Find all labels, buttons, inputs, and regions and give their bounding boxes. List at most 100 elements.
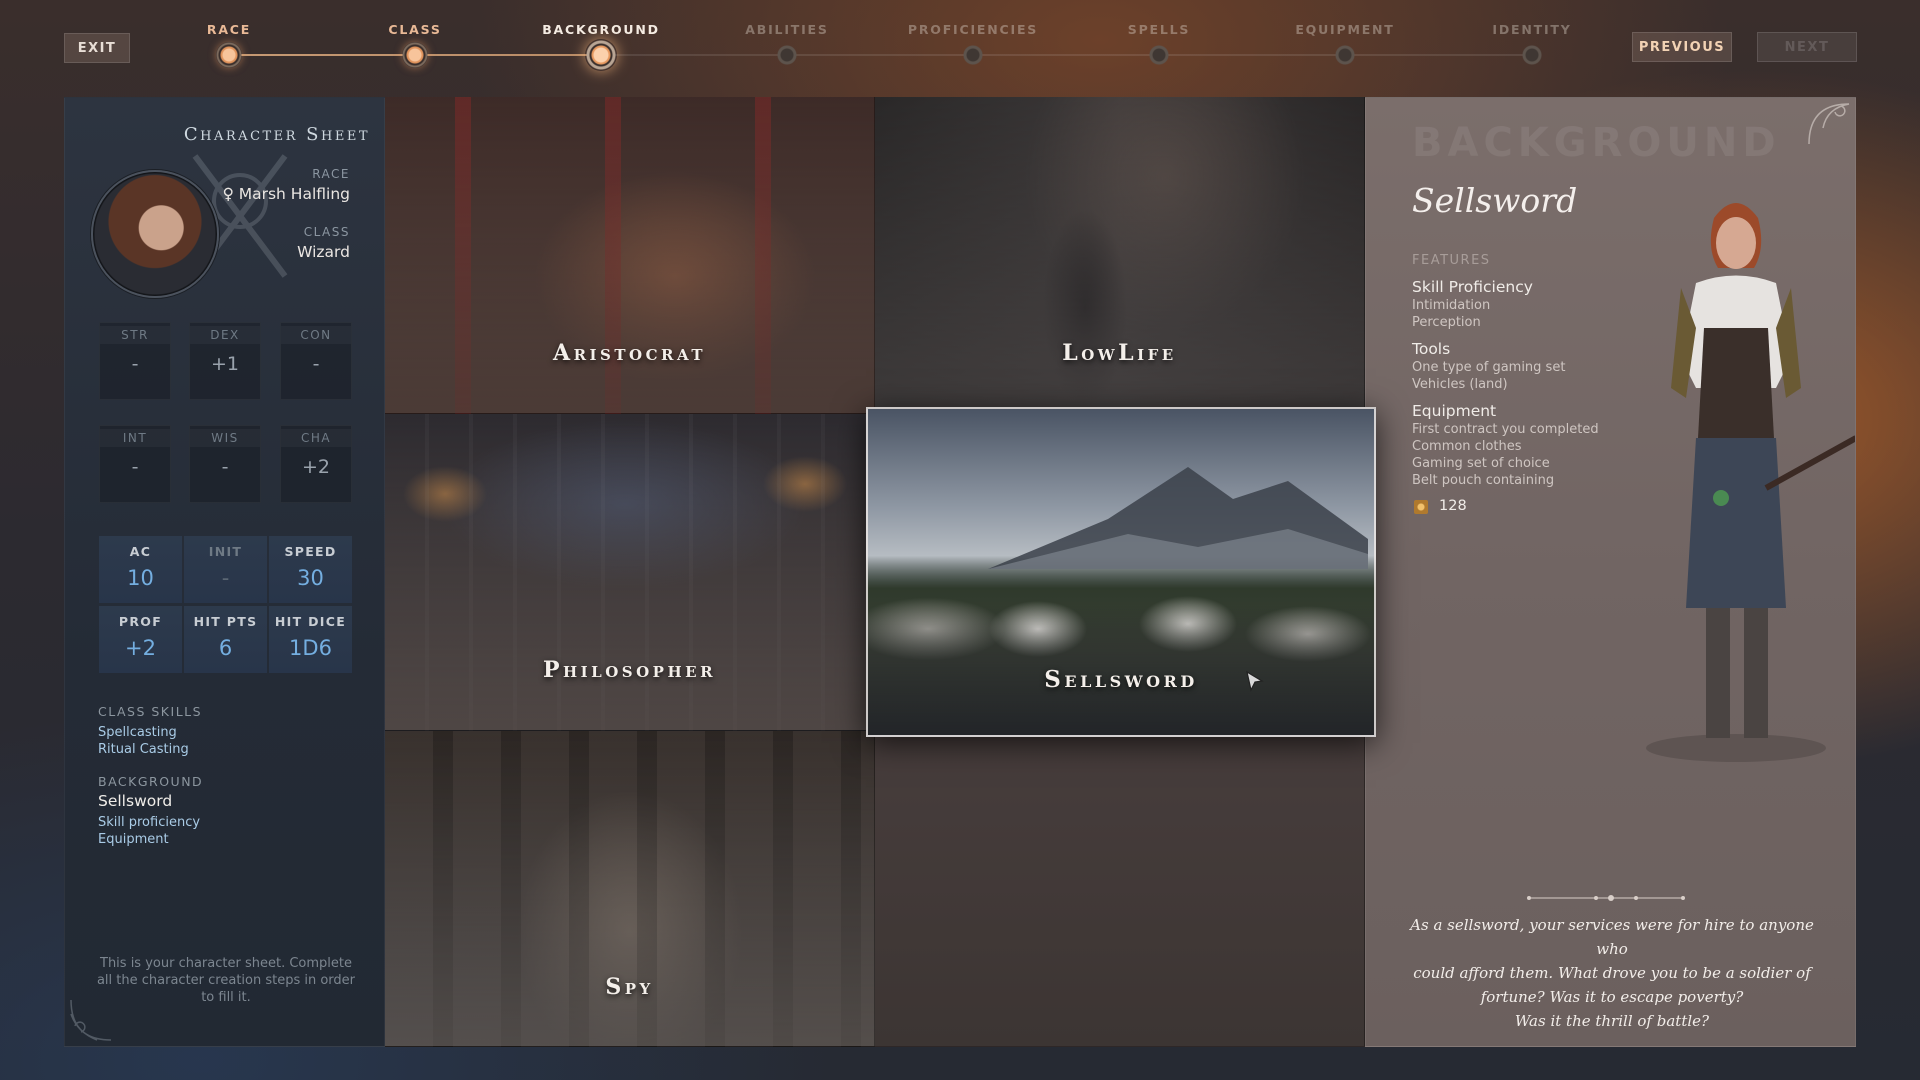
corner-ornament-icon xyxy=(70,999,112,1041)
feature-item: Belt pouch containing xyxy=(1412,473,1555,488)
previous-button[interactable]: PREVIOUS xyxy=(1632,32,1732,62)
background-option-sellsword[interactable]: Sellsword xyxy=(866,407,1376,737)
stat-ac: AC 10 xyxy=(99,536,182,603)
features-label: FEATURES xyxy=(1412,253,1491,268)
stat-speed: SPEED 30 xyxy=(269,536,352,603)
background-option-lowlife[interactable]: LowLife xyxy=(875,97,1365,414)
background-option-spy[interactable]: Spy xyxy=(385,731,875,1047)
class-skill-item: Ritual Casting xyxy=(98,742,189,757)
class-skills-label: CLASS SKILLS xyxy=(98,704,203,719)
next-button[interactable]: NEXT xyxy=(1757,32,1857,62)
background-value: Sellsword xyxy=(98,792,173,810)
coin-amount: 128 xyxy=(1439,498,1467,514)
class-skill-item: Spellcasting xyxy=(98,725,177,740)
ability-name: DEX xyxy=(190,326,260,344)
detail-background-name: Sellsword xyxy=(1412,181,1578,220)
feature-title: Equipment xyxy=(1412,402,1497,420)
corner-ornament-icon xyxy=(1808,103,1850,145)
stat-name: SPEED xyxy=(284,544,337,559)
class-label: CLASS xyxy=(303,225,350,239)
cursor-icon xyxy=(1246,670,1264,692)
step-abilities[interactable]: ABILITIES xyxy=(707,0,867,80)
stat-value: 1D6 xyxy=(289,636,332,660)
feature-title: Tools xyxy=(1412,340,1451,358)
step-class[interactable]: CLASS xyxy=(335,0,495,80)
stat-name: AC xyxy=(129,544,152,559)
background-option-aristocrat[interactable]: Aristocrat xyxy=(385,97,875,414)
description-line: fortune? Was it to escape poverty? xyxy=(1480,988,1744,1006)
step-equipment[interactable]: EQUIPMENT xyxy=(1265,0,1425,80)
race-name: Marsh Halfling xyxy=(238,185,350,203)
ability-str: STR - xyxy=(99,322,171,400)
description-line: Was it the thrill of battle? xyxy=(1514,1012,1710,1030)
stat-hit-dice: HIT DICE 1D6 xyxy=(269,606,352,673)
feature-item: First contract you completed xyxy=(1412,422,1599,437)
ability-value: - xyxy=(131,456,139,478)
stat-value: 6 xyxy=(218,636,233,660)
ability-name: CON xyxy=(281,326,351,344)
step-pending-icon xyxy=(1335,45,1355,65)
step-race[interactable]: RACE xyxy=(149,0,309,80)
option-title: Spy xyxy=(605,974,654,1000)
background-item: Equipment xyxy=(98,832,169,847)
ability-value: - xyxy=(131,353,139,375)
step-proficiencies[interactable]: PROFICIENCIES xyxy=(893,0,1053,80)
description-line: could afford them. What drove you to be … xyxy=(1413,964,1811,982)
divider-ornament-icon xyxy=(1527,895,1685,901)
sheet-title: Character Sheet xyxy=(183,124,370,145)
option-title: Aristocrat xyxy=(553,340,706,366)
stat-value: +2 xyxy=(125,636,156,660)
feature-item: One type of gaming set xyxy=(1412,360,1566,375)
stat-hit-points: HIT PTS 6 xyxy=(184,606,267,673)
background-option-philosopher[interactable]: Philosopher xyxy=(385,414,875,731)
stat-init: INIT - xyxy=(184,536,267,603)
feature-item: Common clothes xyxy=(1412,439,1522,454)
description-line: As a sellsword, your services were for h… xyxy=(1410,916,1814,958)
step-pending-icon xyxy=(963,45,983,65)
step-complete-icon xyxy=(402,42,428,68)
step-pending-icon xyxy=(1149,45,1169,65)
ability-dex: DEX +1 xyxy=(189,322,261,400)
feature-item: Perception xyxy=(1412,315,1481,330)
class-value: Wizard xyxy=(297,243,350,261)
ability-name: STR xyxy=(100,326,170,344)
step-label: EQUIPMENT xyxy=(1295,22,1395,37)
ability-cha: CHA +2 xyxy=(280,425,352,503)
step-pending-icon xyxy=(777,45,797,65)
step-label: CLASS xyxy=(388,22,442,37)
step-label: PROFICIENCIES xyxy=(907,22,1039,37)
option-title: Philosopher xyxy=(542,657,717,683)
step-identity[interactable]: IDENTITY xyxy=(1452,0,1612,80)
ability-value: +1 xyxy=(210,353,239,375)
sheet-hint-text: This is your character sheet. Complete a… xyxy=(96,956,356,1005)
avatar xyxy=(91,170,219,298)
step-label: RACE xyxy=(206,22,252,37)
ability-name: INT xyxy=(100,429,170,447)
stat-name: PROF xyxy=(118,614,163,629)
race-value: ♀ Marsh Halfling xyxy=(222,185,350,203)
step-pending-icon xyxy=(1522,45,1542,65)
step-background[interactable]: BACKGROUND xyxy=(521,0,681,80)
step-spells[interactable]: SPELLS xyxy=(1079,0,1239,80)
ability-value: - xyxy=(312,353,320,375)
step-label: SPELLS xyxy=(1127,22,1191,37)
stat-prof: PROF +2 xyxy=(99,606,182,673)
stat-value: 10 xyxy=(127,566,154,590)
empty-slot xyxy=(875,737,1365,1047)
option-title: LowLife xyxy=(1062,340,1177,366)
stat-value: 30 xyxy=(297,566,324,590)
stat-value: - xyxy=(221,566,230,590)
background-detail-panel: BACKGROUND Sellsword FEATURES Skill Prof… xyxy=(1365,97,1856,1047)
step-complete-icon xyxy=(216,42,242,68)
background-description: As a sellsword, your services were for h… xyxy=(1406,913,1818,1033)
background-item: Skill proficiency xyxy=(98,815,201,830)
ability-name: WIS xyxy=(190,429,260,447)
stat-name: HIT DICE xyxy=(274,614,347,629)
ability-wis: WIS - xyxy=(189,425,261,503)
race-label: RACE xyxy=(312,167,350,181)
character-model xyxy=(1646,203,1855,762)
ability-con: CON - xyxy=(280,322,352,400)
stat-name: HIT PTS xyxy=(193,614,258,629)
feature-title: Skill Proficiency xyxy=(1412,278,1533,296)
detail-heading: BACKGROUND xyxy=(1412,120,1781,166)
